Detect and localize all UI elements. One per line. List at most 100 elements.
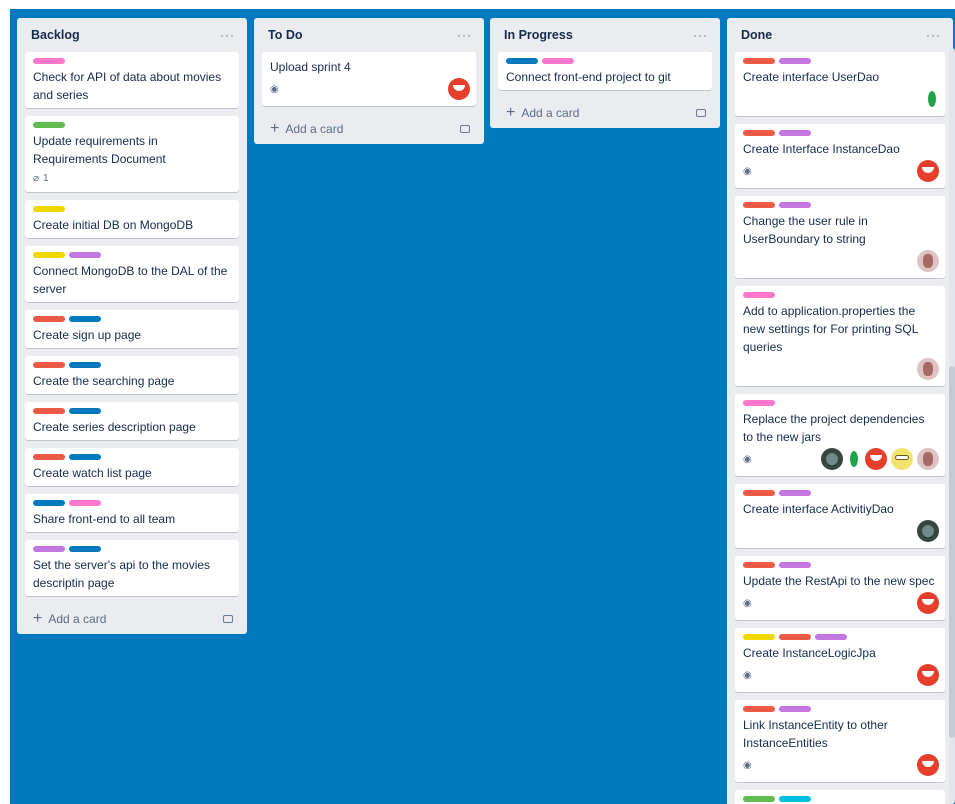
- list-menu-icon[interactable]: ···: [220, 28, 235, 42]
- label-pink[interactable]: [743, 400, 775, 406]
- card[interactable]: Connect MongoDB to the DAL of the server: [25, 246, 239, 302]
- card[interactable]: Create interface UserDao: [735, 52, 945, 116]
- card-members: [821, 448, 939, 470]
- label-red[interactable]: [743, 58, 775, 64]
- list-menu-icon[interactable]: ···: [693, 28, 708, 42]
- member-avatar-red[interactable]: [865, 448, 887, 470]
- label-purple[interactable]: [69, 252, 101, 258]
- label-red[interactable]: [33, 454, 65, 460]
- list-title[interactable]: Done: [741, 28, 772, 42]
- add-card-button[interactable]: + Add a card: [490, 98, 720, 128]
- card-title: Connect MongoDB to the DAL of the server: [33, 264, 228, 296]
- label-red[interactable]: [743, 202, 775, 208]
- list-scrollbar[interactable]: [949, 48, 955, 804]
- member-avatar-gecko[interactable]: [917, 358, 939, 380]
- add-card-label: Add a card: [521, 106, 580, 120]
- card[interactable]: Update plan of tests: [735, 790, 945, 804]
- label-purple[interactable]: [815, 634, 847, 640]
- label-red[interactable]: [779, 634, 811, 640]
- label-purple[interactable]: [779, 706, 811, 712]
- member-avatar-dark[interactable]: [917, 520, 939, 542]
- label-yellow[interactable]: [33, 206, 65, 212]
- label-red[interactable]: [743, 562, 775, 568]
- card-title: Create initial DB on MongoDB: [33, 218, 194, 232]
- card-template-icon[interactable]: [223, 615, 233, 623]
- label-blue[interactable]: [69, 362, 101, 368]
- label-red[interactable]: [743, 490, 775, 496]
- list-title[interactable]: In Progress: [504, 28, 573, 42]
- card[interactable]: Update requirements in Requirements Docu…: [25, 116, 239, 192]
- card[interactable]: Create watch list page: [25, 448, 239, 486]
- card[interactable]: Create Interface InstanceDao ◉: [735, 124, 945, 188]
- card-template-icon[interactable]: [696, 109, 706, 117]
- label-green[interactable]: [743, 796, 775, 802]
- label-red[interactable]: [33, 316, 65, 322]
- member-avatar-yellow[interactable]: [891, 448, 913, 470]
- label-purple[interactable]: [779, 562, 811, 568]
- label-purple[interactable]: [33, 546, 65, 552]
- card[interactable]: Create initial DB on MongoDB: [25, 200, 239, 238]
- label-blue[interactable]: [506, 58, 538, 64]
- list-to-do: To Do ··· Upload sprint 4 ◉ + Add a card: [254, 18, 484, 144]
- label-yellow[interactable]: [743, 634, 775, 640]
- label-purple[interactable]: [779, 202, 811, 208]
- list-title[interactable]: To Do: [268, 28, 302, 42]
- card[interactable]: Create interface ActivitiyDao: [735, 484, 945, 548]
- label-red[interactable]: [33, 362, 65, 368]
- card-template-icon[interactable]: [460, 125, 470, 133]
- label-red[interactable]: [743, 130, 775, 136]
- member-avatar-red[interactable]: [917, 160, 939, 182]
- label-purple[interactable]: [779, 58, 811, 64]
- label-purple[interactable]: [779, 130, 811, 136]
- card[interactable]: Add to application.properties the new se…: [735, 286, 945, 386]
- card[interactable]: Create series description page: [25, 402, 239, 440]
- add-card-button[interactable]: + Add a card: [254, 114, 484, 144]
- card[interactable]: Check for API of data about movies and s…: [25, 52, 239, 108]
- mongodb-leaf-avatar-icon[interactable]: [847, 448, 861, 470]
- label-pink[interactable]: [542, 58, 574, 64]
- card[interactable]: Create the searching page: [25, 356, 239, 394]
- label-pink[interactable]: [743, 292, 775, 298]
- label-green[interactable]: [33, 122, 65, 128]
- label-sky[interactable]: [779, 796, 811, 802]
- member-avatar-red[interactable]: [917, 592, 939, 614]
- watch-eye-icon: ◉: [743, 165, 752, 177]
- card[interactable]: Set the server's api to the movies descr…: [25, 540, 239, 596]
- member-avatar-red[interactable]: [917, 664, 939, 686]
- label-blue[interactable]: [69, 454, 101, 460]
- label-yellow[interactable]: [33, 252, 65, 258]
- card[interactable]: Create InstanceLogicJpa ◉: [735, 628, 945, 692]
- label-purple[interactable]: [779, 490, 811, 496]
- list-title[interactable]: Backlog: [31, 28, 80, 42]
- label-blue[interactable]: [69, 316, 101, 322]
- card-labels: [33, 408, 231, 414]
- member-avatar-red[interactable]: [448, 78, 470, 100]
- card-title: Share front-end to all team: [33, 512, 176, 526]
- scrollbar-thumb[interactable]: [949, 366, 955, 738]
- member-avatar-dark[interactable]: [821, 448, 843, 470]
- card[interactable]: Connect front-end project to git: [498, 52, 712, 90]
- card[interactable]: Replace the project dependencies to the …: [735, 394, 945, 476]
- card[interactable]: Share front-end to all team: [25, 494, 239, 532]
- label-blue[interactable]: [33, 500, 65, 506]
- card[interactable]: Link InstanceEntity to other InstanceEnt…: [735, 700, 945, 782]
- add-card-button[interactable]: + Add a card: [17, 604, 247, 634]
- label-red[interactable]: [743, 706, 775, 712]
- member-avatar-gecko[interactable]: [917, 250, 939, 272]
- label-pink[interactable]: [33, 58, 65, 64]
- label-blue[interactable]: [69, 546, 101, 552]
- watch-eye-icon: ◉: [743, 759, 752, 771]
- label-blue[interactable]: [69, 408, 101, 414]
- card[interactable]: Create sign up page: [25, 310, 239, 348]
- label-red[interactable]: [33, 408, 65, 414]
- label-pink[interactable]: [69, 500, 101, 506]
- card-title: Create Interface InstanceDao: [743, 142, 900, 156]
- mongodb-leaf-avatar-icon[interactable]: [925, 88, 939, 110]
- member-avatar-red[interactable]: [917, 754, 939, 776]
- card[interactable]: Update the RestApi to the new spec ◉: [735, 556, 945, 620]
- member-avatar-gecko[interactable]: [917, 448, 939, 470]
- card[interactable]: Change the user rule in UserBoundary to …: [735, 196, 945, 278]
- list-menu-icon[interactable]: ···: [457, 28, 472, 42]
- card[interactable]: Upload sprint 4 ◉: [262, 52, 476, 106]
- list-menu-icon[interactable]: ···: [926, 28, 941, 42]
